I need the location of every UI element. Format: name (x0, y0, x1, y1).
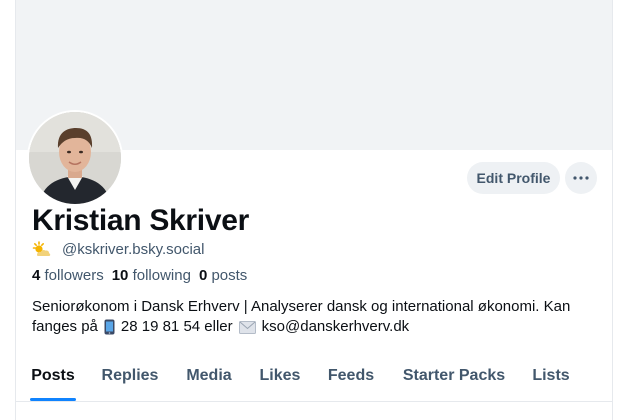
followers-count: 4 (32, 267, 41, 284)
handle: @kskriver.bsky.social (62, 240, 205, 258)
bio-phone: 28 19 81 54 eller (120, 318, 233, 335)
active-tab-indicator (30, 398, 76, 401)
bio-email-link[interactable]: kso@danskerhverv.dk (262, 317, 410, 337)
following-label: following (132, 267, 191, 284)
bio-line-1: Seniorøkonom i Dansk Erhverv | Analysere… (32, 298, 571, 315)
tab-label: Lists (532, 367, 570, 384)
envelope-icon (238, 320, 256, 334)
profile-tabs: Posts Replies Media Likes Feeds Starter … (16, 356, 612, 402)
tab-posts[interactable]: Posts (30, 356, 76, 401)
posts-count: 0 (198, 267, 208, 284)
tab-label: Posts (31, 367, 75, 384)
more-options-button[interactable] (565, 162, 597, 194)
tab-label: Replies (101, 367, 159, 384)
bio-text: fanges på (32, 318, 98, 335)
tab-replies[interactable]: Replies (100, 356, 160, 401)
sun-behind-cloud-icon (32, 241, 52, 257)
mobile-phone-icon (104, 319, 115, 335)
profile-stats: 4 followers 10 following 0 posts (32, 267, 247, 284)
posts-label: posts (211, 267, 248, 284)
profile-panel: Edit Profile Kristian Skriver @kskriver.… (15, 0, 613, 420)
tab-label: Starter Packs (402, 367, 506, 384)
profile-bio: Seniorøkonom i Dansk Erhverv | Analysere… (32, 297, 607, 337)
tab-label: Media (186, 367, 232, 384)
handle-row: @kskriver.bsky.social (32, 239, 204, 259)
edit-profile-button[interactable]: Edit Profile (467, 162, 560, 194)
tab-likes[interactable]: Likes (258, 356, 302, 401)
bio-line-2: fanges på 28 19 81 54 eller kso@danskerh… (32, 317, 607, 337)
tab-starter-packs[interactable]: Starter Packs (400, 356, 508, 401)
avatar[interactable] (27, 110, 123, 206)
tab-feeds[interactable]: Feeds (326, 356, 376, 401)
following-count: 10 (111, 267, 129, 284)
followers-stat[interactable]: 4 followers (32, 267, 104, 284)
followers-label: followers (44, 267, 104, 284)
display-name: Kristian Skriver (32, 204, 249, 237)
tab-label: Likes (259, 367, 301, 384)
tab-media[interactable]: Media (184, 356, 234, 401)
tab-label: Feeds (327, 367, 375, 384)
posts-stat: 0 posts (199, 267, 247, 284)
more-horizontal-icon (573, 176, 589, 180)
tab-lists[interactable]: Lists (530, 356, 572, 401)
following-stat[interactable]: 10 following (112, 267, 191, 284)
